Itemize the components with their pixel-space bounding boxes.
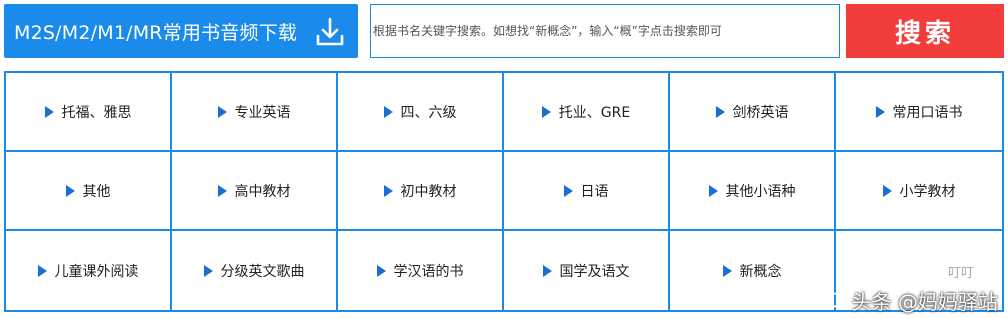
category-other[interactable]: 其他 <box>6 152 172 231</box>
play-triangle-icon <box>383 105 393 118</box>
category-label: 其他小语种 <box>725 183 796 200</box>
search-input[interactable] <box>371 5 839 57</box>
play-triangle-icon <box>37 264 47 277</box>
play-triangle-icon <box>875 105 885 118</box>
category-chinese-classics[interactable]: 国学及语文 <box>504 231 670 310</box>
category-label: 国学及语文 <box>559 263 630 280</box>
category-label: 初中教材 <box>400 183 457 200</box>
page: M2S/M2/M1/MR常用书音频下载 搜索 托福、雅思 专业英语 四、六级 托… <box>0 0 1008 319</box>
play-triangle-icon <box>217 184 227 197</box>
category-toeic-gre[interactable]: 托业、GRE <box>504 73 670 152</box>
category-label: 四、六级 <box>400 104 457 121</box>
category-label: 其他 <box>82 183 111 200</box>
category-new-concept[interactable]: 新概念 <box>670 231 836 310</box>
play-triangle-icon <box>708 184 718 197</box>
category-professional-english[interactable]: 专业英语 <box>172 73 338 152</box>
category-label: 分级英文歌曲 <box>220 263 305 280</box>
watermark-text: 头条 @妈妈驿站 <box>851 290 998 314</box>
category-label: 日语 <box>580 183 609 200</box>
play-triangle-icon <box>65 184 75 197</box>
play-triangle-icon <box>715 105 725 118</box>
search-box <box>370 4 840 58</box>
category-label: 托业、GRE <box>558 104 631 121</box>
category-high-school[interactable]: 高中教材 <box>172 152 338 231</box>
category-label: 新概念 <box>739 263 782 280</box>
category-label: 常用口语书 <box>892 104 963 121</box>
category-grid: 托福、雅思 专业英语 四、六级 托业、GRE 剑桥英语 常用口语书 其他 高中教… <box>4 71 1004 312</box>
category-spoken-english[interactable]: 常用口语书 <box>836 73 1002 152</box>
faint-watermark: 叮叮 <box>947 266 974 281</box>
play-triangle-icon <box>217 105 227 118</box>
category-cet-4-6[interactable]: 四、六级 <box>338 73 504 152</box>
category-label: 高中教材 <box>234 183 291 200</box>
category-learn-chinese[interactable]: 学汉语的书 <box>338 231 504 310</box>
category-primary-school[interactable]: 小学教材 <box>836 152 1002 231</box>
category-cambridge-english[interactable]: 剑桥英语 <box>670 73 836 152</box>
category-toefl-ielts[interactable]: 托福、雅思 <box>6 73 172 152</box>
category-other-languages[interactable]: 其他小语种 <box>670 152 836 231</box>
play-triangle-icon <box>376 264 386 277</box>
category-graded-english-songs[interactable]: 分级英文歌曲 <box>172 231 338 310</box>
play-triangle-icon <box>542 264 552 277</box>
category-label: 学汉语的书 <box>393 263 464 280</box>
download-icon <box>316 17 344 46</box>
category-label: 专业英语 <box>234 104 291 121</box>
play-triangle-icon <box>882 184 892 197</box>
play-triangle-icon <box>541 105 551 118</box>
search-button[interactable]: 搜索 <box>846 4 1004 58</box>
play-triangle-icon <box>722 264 732 277</box>
play-triangle-icon <box>203 264 213 277</box>
category-japanese[interactable]: 日语 <box>504 152 670 231</box>
download-button-label: M2S/M2/M1/MR常用书音频下载 <box>14 21 298 44</box>
category-label: 小学教材 <box>899 183 956 200</box>
category-label: 托福、雅思 <box>61 104 132 121</box>
category-middle-school[interactable]: 初中教材 <box>338 152 504 231</box>
toutiao-watermark: 头条 @妈妈驿站 <box>826 286 998 315</box>
category-children-reading[interactable]: 儿童课外阅读 <box>6 231 172 310</box>
play-triangle-icon <box>383 184 393 197</box>
play-triangle-icon <box>44 105 54 118</box>
category-label: 儿童课外阅读 <box>54 263 139 280</box>
speech-bubble-icon <box>827 292 846 310</box>
play-triangle-icon <box>563 184 573 197</box>
category-label: 剑桥英语 <box>732 104 789 121</box>
audio-download-button[interactable]: M2S/M2/M1/MR常用书音频下载 <box>4 4 358 58</box>
